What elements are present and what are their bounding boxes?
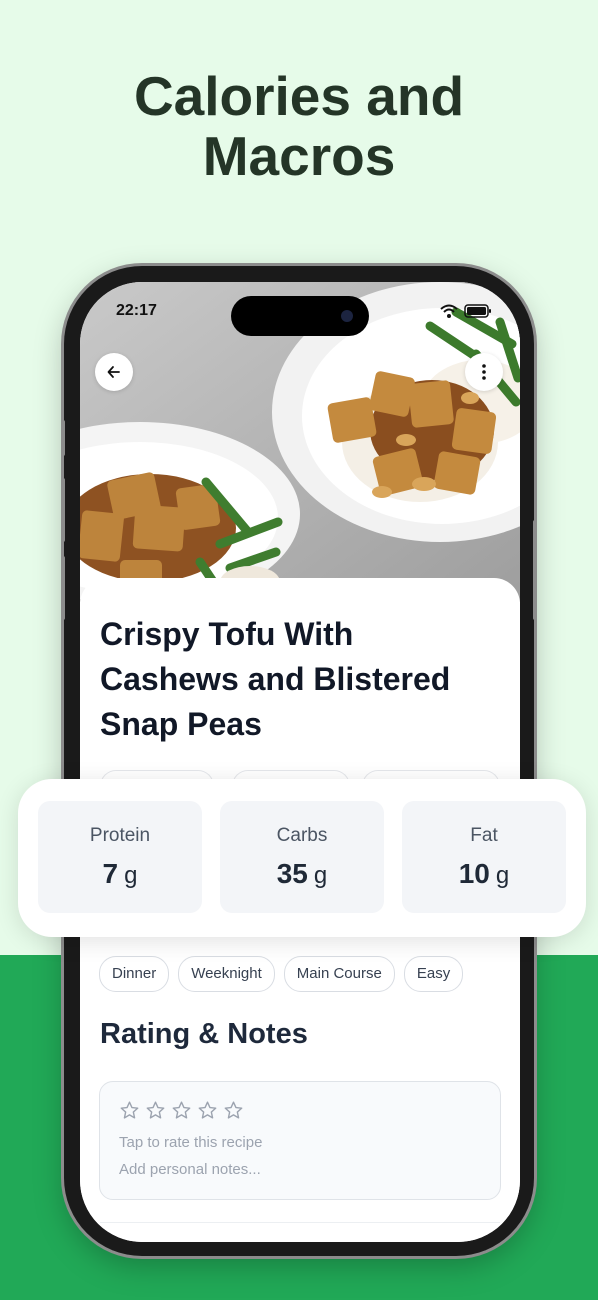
macro-unit: g — [313, 862, 328, 889]
tag-chip[interactable]: Dinner — [99, 956, 170, 992]
status-icons — [440, 304, 492, 318]
more-options-button[interactable] — [465, 353, 503, 391]
macro-value-row: 35 g — [220, 858, 384, 890]
rating-notes-card[interactable]: Tap to rate this recipe Add personal not… — [99, 1081, 501, 1200]
macro-value: 10 — [458, 858, 490, 889]
star-outline-icon[interactable] — [145, 1100, 166, 1121]
wifi-icon — [440, 304, 458, 318]
bottom-divider — [100, 1222, 500, 1223]
macro-fat: Fat 10 g — [402, 801, 566, 913]
battery-icon — [464, 304, 491, 318]
macro-value-row: 7g — [38, 858, 202, 890]
macro-unit: g — [124, 862, 138, 889]
star-outline-icon[interactable] — [171, 1100, 192, 1121]
star-outline-icon[interactable] — [119, 1100, 140, 1121]
status-time: 22:17 — [116, 302, 157, 319]
macro-value: 7 — [102, 858, 119, 889]
tag-chip[interactable]: Weeknight — [178, 956, 275, 992]
recipe-title: Crispy Tofu With Cashews and Blistered S… — [100, 616, 451, 742]
notes-placeholder[interactable]: Add personal notes... — [119, 1161, 261, 1178]
tag-chip[interactable]: Main Course — [283, 956, 395, 992]
more-vertical-icon — [482, 364, 486, 380]
star-rating[interactable] — [119, 1100, 244, 1121]
macro-label: Protein — [89, 825, 151, 846]
macro-protein: Protein 7g — [38, 801, 202, 913]
tag-chip[interactable]: Easy — [403, 956, 464, 992]
star-outline-icon[interactable] — [223, 1100, 244, 1121]
back-button[interactable] — [95, 353, 133, 391]
rating-notes-heading: Rating & Notes — [100, 1018, 308, 1050]
headline-line-2: Macros — [202, 125, 396, 187]
macro-label: Carbs — [276, 825, 328, 846]
macro-label: Fat — [470, 825, 498, 846]
arrow-left-icon — [107, 366, 120, 378]
promo-headline: Calories and Macros — [0, 66, 598, 186]
tag-list: Dinner Weeknight Main Course Easy — [99, 956, 464, 992]
phone-action-button — [61, 420, 65, 456]
phone-volume-up-button — [61, 478, 65, 542]
rate-hint-text: Tap to rate this recipe — [119, 1134, 263, 1151]
phone-volume-down-button — [61, 556, 65, 620]
star-outline-icon[interactable] — [197, 1100, 218, 1121]
macro-unit: g — [495, 862, 510, 889]
macro-carbs: Carbs 35 g — [220, 801, 384, 913]
macros-card: Protein 7g Carbs 35 g Fat 10 g — [18, 779, 586, 937]
phone-power-button — [533, 520, 537, 620]
dynamic-island — [231, 296, 369, 336]
front-camera — [341, 310, 353, 322]
phone-screen: 22:17 Crispy Tofu With Cashews and Blist… — [80, 282, 520, 1242]
macro-value-row: 10 g — [402, 858, 566, 890]
headline-line-1: Calories and — [133, 65, 465, 127]
macro-value: 35 — [276, 858, 308, 889]
